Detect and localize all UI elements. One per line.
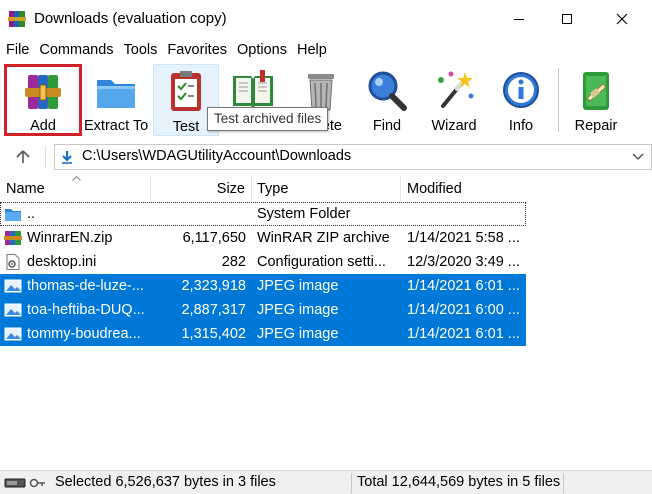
- image-file-icon: [4, 327, 22, 341]
- address-separator: [45, 146, 46, 168]
- file-name: ..: [27, 206, 36, 222]
- list-item-toa-jpeg[interactable]: toa-heftiba-DUQ... 2,887,317 JPEG image …: [0, 298, 526, 322]
- wizard-wand-icon: [438, 71, 474, 108]
- menu-options[interactable]: Options: [233, 40, 291, 62]
- close-icon: [616, 13, 628, 25]
- settings-file-icon: [6, 254, 20, 270]
- minimize-icon: [514, 19, 524, 20]
- find-label: Find: [372, 118, 402, 134]
- chevron-down-icon[interactable]: [631, 149, 645, 163]
- arrow-up-icon: [16, 150, 30, 163]
- file-modified: 1/14/2021 6:01 ...: [407, 278, 520, 294]
- file-modified: 1/14/2021 5:58 ...: [407, 230, 520, 246]
- file-size: 282: [221, 254, 246, 270]
- column-name[interactable]: Name: [0, 176, 151, 202]
- list-item-tommy-jpeg[interactable]: tommy-boudrea... 1,315,402 JPEG image 1/…: [0, 322, 526, 346]
- file-type: JPEG image: [257, 302, 339, 318]
- file-name: toa-heftiba-DUQ...: [27, 302, 145, 318]
- file-type: JPEG image: [257, 326, 339, 342]
- maximize-icon: [562, 14, 572, 24]
- path-field[interactable]: C:\Users\WDAGUtilityAccount\Downloads: [54, 144, 652, 170]
- file-size: 2,887,317: [181, 302, 246, 318]
- file-modified: 1/14/2021 6:00 ...: [407, 302, 520, 318]
- status-divider: [563, 473, 564, 493]
- list-item-parent-folder[interactable]: .. System Folder: [0, 202, 526, 226]
- add-archive-icon: [25, 75, 61, 109]
- file-name: thomas-de-luze-...: [27, 278, 144, 294]
- file-modified: 1/14/2021 6:01 ...: [407, 326, 520, 342]
- list-item-desktop-ini[interactable]: desktop.ini 282 Configuration setti... 1…: [0, 250, 526, 274]
- file-type: System Folder: [257, 206, 351, 222]
- status-bar: Selected 6,526,637 bytes in 3 files Tota…: [0, 470, 652, 494]
- file-modified: [407, 202, 523, 226]
- list-item-winrar-zip[interactable]: WinrarEN.zip 6,117,650 WinRAR ZIP archiv…: [0, 226, 526, 250]
- column-modified[interactable]: Modified: [401, 176, 526, 202]
- add-button[interactable]: Add: [4, 64, 82, 136]
- close-button[interactable]: [598, 0, 646, 38]
- title-bar: Downloads (evaluation copy): [0, 0, 652, 38]
- column-size[interactable]: Size: [151, 176, 252, 202]
- file-type: WinRAR ZIP archive: [257, 230, 390, 246]
- menu-commands[interactable]: Commands: [35, 40, 117, 62]
- file-name: WinrarEN.zip: [27, 230, 113, 246]
- up-one-level-button[interactable]: [6, 144, 40, 170]
- extract-to-label: Extract To: [84, 118, 149, 134]
- file-name: desktop.ini: [27, 254, 97, 270]
- file-size: 1,315,402: [181, 326, 246, 342]
- window-title: Downloads (evaluation copy): [34, 10, 227, 27]
- selection-status: Selected 6,526,637 bytes in 3 files: [55, 474, 276, 490]
- image-file-icon: [4, 279, 22, 293]
- menu-favorites[interactable]: Favorites: [163, 40, 231, 62]
- minimize-button[interactable]: [495, 0, 543, 38]
- repair-label: Repair: [574, 118, 618, 134]
- path-text: C:\Users\WDAGUtilityAccount\Downloads: [82, 148, 352, 164]
- file-name: tommy-boudrea...: [27, 326, 141, 342]
- menu-bar: File Commands Tools Favorites Options He…: [0, 40, 333, 62]
- maximize-button[interactable]: [543, 0, 591, 38]
- file-list[interactable]: Name Size Type Modified .. System Folder…: [0, 176, 652, 466]
- column-header: Name Size Type Modified: [0, 176, 526, 202]
- test-tooltip: Test archived files: [207, 107, 329, 131]
- extract-folder-icon: [97, 80, 135, 108]
- file-type: Configuration setti...: [257, 254, 386, 270]
- file-size: [151, 202, 246, 226]
- file-modified: 12/3/2020 3:49 ...: [407, 254, 520, 270]
- menu-help[interactable]: Help: [293, 40, 331, 62]
- address-bar: C:\Users\WDAGUtilityAccount\Downloads: [0, 142, 652, 172]
- toolbar-separator: [558, 68, 559, 132]
- winrar-app-icon[interactable]: [8, 10, 26, 28]
- info-icon: [503, 72, 539, 108]
- repair-kit-icon: [583, 72, 609, 110]
- find-magnifier-icon: [368, 71, 407, 111]
- file-size: 2,323,918: [181, 278, 246, 294]
- status-divider: [351, 473, 352, 493]
- test-checklist-icon: [171, 71, 201, 111]
- info-button[interactable]: Info: [490, 64, 552, 136]
- list-item-thomas-jpeg[interactable]: thomas-de-luze-... 2,323,918 JPEG image …: [0, 274, 526, 298]
- total-status: Total 12,644,569 bytes in 5 files: [357, 474, 561, 490]
- wizard-label: Wizard: [431, 118, 477, 134]
- zip-archive-icon: [4, 231, 22, 245]
- info-label: Info: [508, 118, 534, 134]
- menu-file[interactable]: File: [0, 40, 33, 62]
- folder-icon: [5, 209, 21, 221]
- wizard-button[interactable]: Wizard: [422, 64, 486, 136]
- drive-and-key-icon[interactable]: [4, 476, 46, 490]
- menu-tools[interactable]: Tools: [120, 40, 162, 62]
- extract-to-button[interactable]: Extract To: [84, 64, 148, 136]
- file-size: 6,117,650: [182, 230, 246, 246]
- column-type[interactable]: Type: [252, 176, 401, 202]
- add-label: Add: [30, 118, 56, 134]
- downloads-arrow-icon: [62, 151, 72, 164]
- find-button[interactable]: Find: [356, 64, 418, 136]
- image-file-icon: [4, 303, 22, 317]
- file-type: JPEG image: [257, 278, 339, 294]
- repair-button[interactable]: Repair: [564, 64, 628, 136]
